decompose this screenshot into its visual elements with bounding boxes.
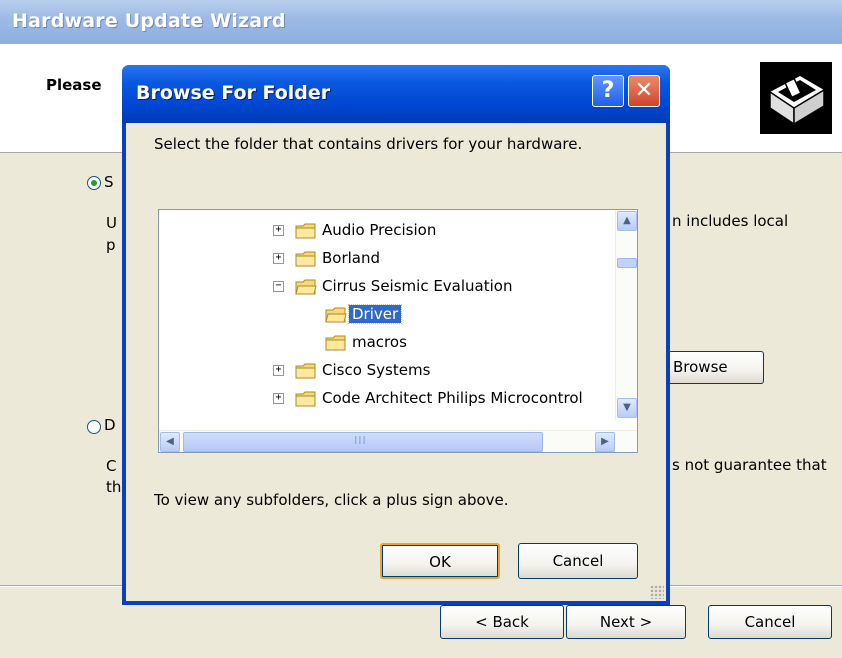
folder-icon (295, 391, 316, 407)
tree-item-label-selected: Driver (347, 304, 403, 324)
close-button[interactable]: ✕ (628, 75, 660, 107)
expand-icon[interactable]: + (273, 365, 284, 376)
dialog-title-bar[interactable]: Browse For Folder ? ✕ (122, 65, 670, 123)
option2-label-fragment: D (104, 416, 116, 434)
help-icon: ? (601, 78, 615, 103)
expand-icon[interactable]: + (273, 225, 284, 236)
folder-icon (295, 223, 316, 239)
back-button[interactable]: < Back (440, 605, 564, 639)
expand-icon[interactable]: + (273, 393, 284, 404)
browse-for-folder-dialog: Browse For Folder ? ✕ Select the folder … (122, 65, 670, 605)
dialog-title: Browse For Folder (136, 82, 331, 104)
open-folder-icon (295, 279, 317, 295)
open-folder-icon (325, 307, 347, 323)
help-button[interactable]: ? (592, 75, 624, 107)
dialog-body: Select the folder that contains drivers … (126, 123, 666, 601)
horizontal-scroll-thumb[interactable]: III (183, 432, 543, 452)
close-icon: ✕ (634, 78, 654, 103)
tree-item-label: Cisco Systems (322, 361, 431, 379)
folder-icon (295, 363, 316, 379)
wizard-header-text: Please (46, 76, 102, 94)
dialog-cancel-button[interactable]: Cancel (518, 543, 638, 579)
expand-icon[interactable]: + (273, 253, 284, 264)
horizontal-scrollbar[interactable]: ◀ III ▶ (159, 430, 637, 452)
tree-item-label: Code Architect Philips Microcontrol (322, 389, 583, 407)
vertical-scrollbar[interactable]: ▲ ▼ (615, 210, 637, 420)
grip-icon: III (354, 434, 367, 447)
hardware-icon (760, 62, 832, 134)
option2-desc-text: s not guarantee that (672, 456, 827, 474)
wizard-title-bar: Hardware Update Wizard (0, 0, 842, 44)
option1-desc-text: n includes local (672, 212, 789, 230)
scroll-left-button[interactable]: ◀ (160, 432, 180, 452)
wizard-cancel-button[interactable]: Cancel (708, 605, 832, 639)
scroll-down-button[interactable]: ▼ (617, 398, 637, 418)
dialog-instruction: Select the folder that contains drivers … (154, 135, 583, 153)
folder-icon (295, 251, 316, 267)
folder-tree[interactable]: + Audio Precision + Borland − Cirrus Sei… (158, 209, 638, 453)
browse-button[interactable]: Browse (668, 351, 764, 384)
search-location-radio[interactable] (87, 176, 101, 190)
option1-label-fragment: S (104, 173, 114, 191)
option1-desc-fragment-2: p (106, 236, 116, 254)
tree-item-label: Audio Precision (322, 221, 437, 239)
scroll-up-button[interactable]: ▲ (617, 211, 637, 231)
next-button[interactable]: Next > (566, 605, 686, 639)
resize-grip[interactable] (650, 585, 664, 599)
option1-desc-fragment-1: U (106, 214, 117, 232)
collapse-icon[interactable]: − (273, 281, 284, 292)
scroll-right-button[interactable]: ▶ (595, 432, 615, 452)
tree-item-label: Cirrus Seismic Evaluation (322, 277, 513, 295)
ok-button[interactable]: OK (380, 543, 500, 579)
option2-desc-fragment-1: C (106, 457, 117, 475)
tree-item-label: Borland (322, 249, 381, 267)
chevron-down-icon: ▼ (623, 402, 631, 413)
dialog-hint: To view any subfolders, click a plus sig… (154, 491, 509, 509)
vertical-scroll-thumb[interactable] (617, 258, 637, 268)
folder-icon (325, 335, 346, 351)
tree-item-label: macros (352, 333, 407, 351)
chevron-up-icon: ▲ (623, 215, 631, 226)
wizard-title: Hardware Update Wizard (12, 10, 286, 32)
dont-search-radio[interactable] (87, 420, 101, 434)
option2-desc-fragment-2: th (106, 478, 122, 496)
chevron-left-icon: ◀ (166, 436, 174, 447)
chevron-right-icon: ▶ (601, 436, 609, 447)
